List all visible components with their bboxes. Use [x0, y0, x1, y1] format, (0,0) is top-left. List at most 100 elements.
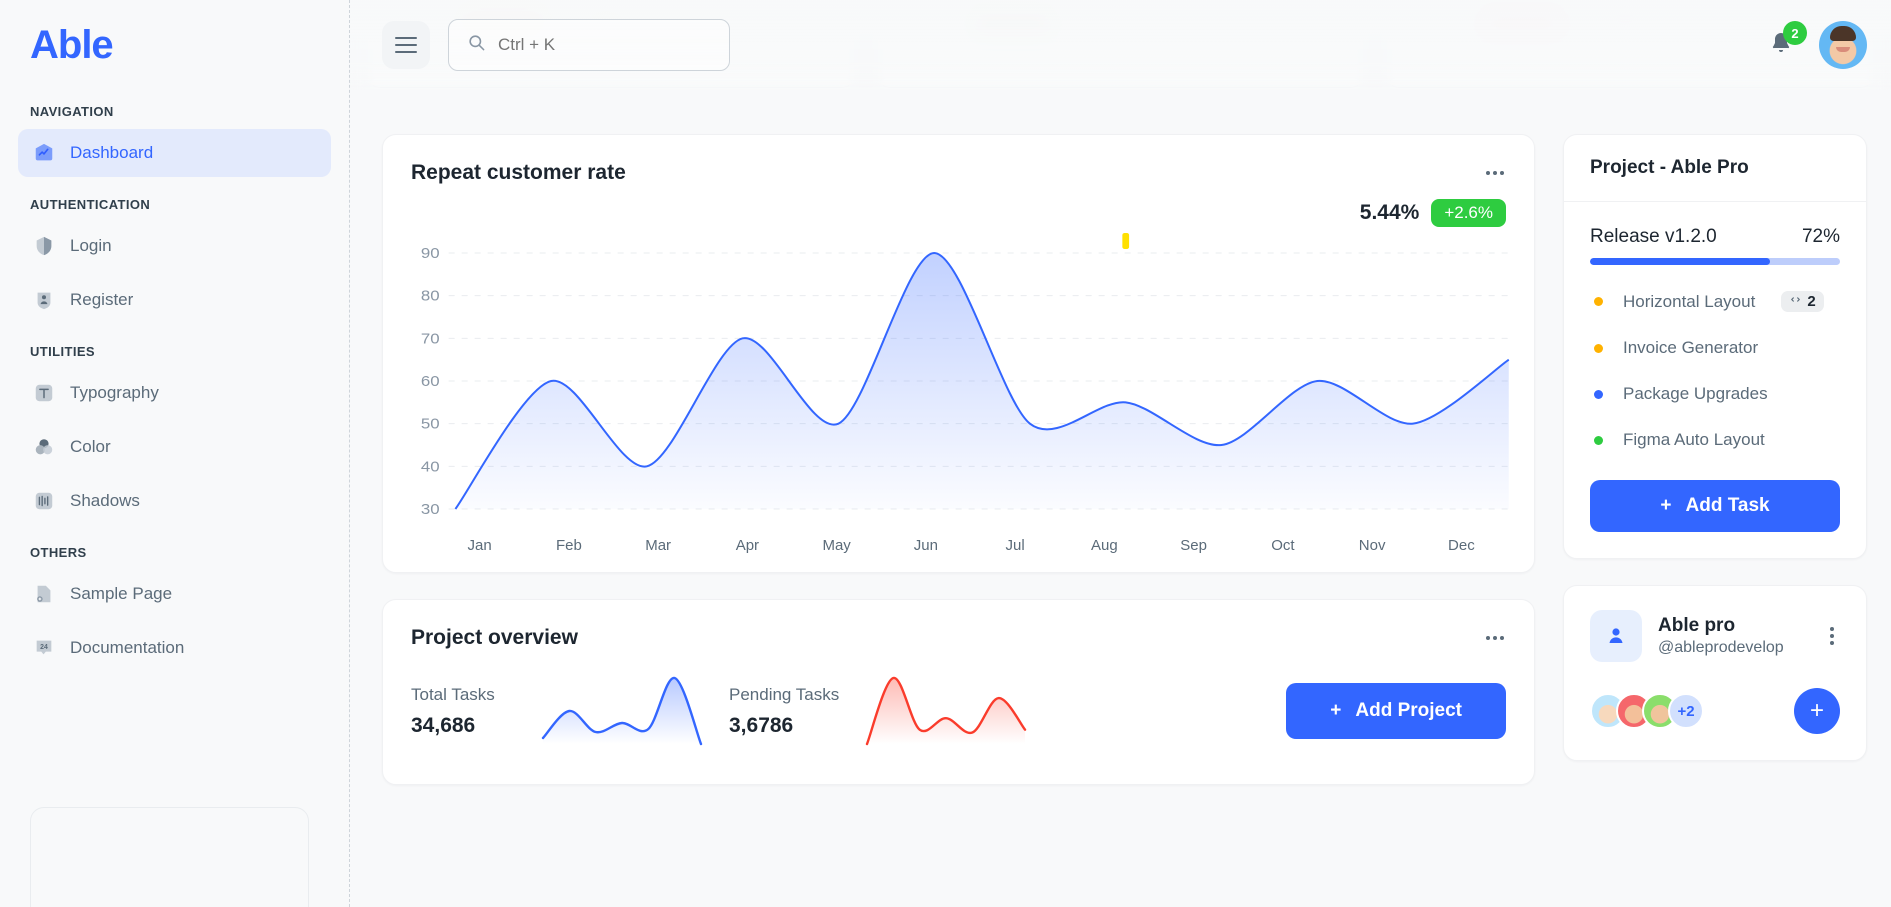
sidebar-item-register[interactable]: Register [18, 276, 331, 324]
sidebar-item-label: Sample Page [70, 584, 173, 603]
status-dot [1594, 435, 1603, 445]
more-vertical-icon[interactable] [1824, 621, 1840, 651]
project-panel-title: Project - Able Pro [1590, 157, 1749, 178]
avatar[interactable] [1819, 21, 1867, 69]
user-card-body: Able pro @ableprodevelop +2 + [1564, 586, 1866, 760]
brand-name: Able [30, 23, 114, 67]
release-percent: 72% [1801, 226, 1840, 247]
sidebar-item-shadows[interactable]: Shadows [18, 477, 331, 525]
sidebar-item-login[interactable]: Login [18, 222, 331, 270]
typography-icon [32, 381, 56, 405]
task-label: Invoice Generator [1623, 338, 1759, 357]
list-item[interactable]: Package Upgrades [1590, 384, 1840, 404]
x-tick-label: Feb [555, 537, 582, 554]
chart-annotation-marker [1122, 233, 1130, 249]
task-label: Package Upgrades [1623, 384, 1768, 403]
page-icon [32, 582, 56, 606]
sidebar-item-label: Color [70, 437, 111, 456]
y-tick-label: 50 [421, 416, 440, 432]
sidebar-item-label: Typography [70, 383, 159, 402]
project-panel-header: Project - Able Pro [1564, 135, 1866, 202]
release-row: Release v1.2.0 72% [1590, 226, 1840, 248]
chart-summary: 5.44% +2.6% [383, 191, 1534, 227]
user-name: Able pro [1658, 615, 1736, 636]
x-tick-label: Apr [735, 537, 760, 554]
left-column: Repeat customer rate 5.44% +2.6% 30 40 50 6… [382, 90, 1535, 907]
repeat-customer-rate-card: Repeat customer rate 5.44% +2.6% 30 40 50 6… [382, 134, 1535, 573]
search-icon [467, 33, 486, 57]
sidebar-item-documentation[interactable]: 24 Documentation [18, 624, 331, 672]
pending-tasks-sparkline [861, 672, 1031, 750]
user-card-footer: +2 + [1590, 688, 1840, 734]
list-item[interactable]: Horizontal Layout 2 [1590, 291, 1840, 312]
x-tick-label: Mar [645, 537, 672, 554]
sidebar-item-color[interactable]: Color [18, 423, 331, 471]
user-handle: @ableprodevelop [1658, 639, 1784, 656]
card-header: Repeat customer rate [383, 135, 1534, 191]
sidebar-item-label: Documentation [70, 638, 185, 657]
task-badge: 2 [1781, 291, 1824, 312]
add-task-label: Add Task [1685, 495, 1770, 516]
brand-logo[interactable]: Able [18, 0, 331, 90]
nav-caption-utilities: UTILITIES [30, 344, 95, 359]
search-box[interactable] [448, 19, 730, 71]
app-root: Able NAVIGATION Dashboard AUTHENTICATION… [0, 0, 1891, 907]
add-project-label: Add Project [1355, 700, 1462, 721]
x-tick-label: Jan [467, 537, 492, 554]
user-icon [1590, 610, 1642, 662]
more-horizontal-icon[interactable] [1484, 165, 1506, 181]
notification-badge: 2 [1783, 21, 1807, 45]
nav-section-others: OTHERS Sample Page 24 Documentation [18, 531, 331, 672]
add-task-button[interactable]: + Add Task [1590, 480, 1840, 532]
add-project-button[interactable]: + Add Project [1286, 683, 1506, 739]
release-progress-bar [1590, 258, 1840, 265]
release-name: Release v1.2.0 [1590, 226, 1717, 247]
sidebar-item-sample-page[interactable]: Sample Page [18, 570, 331, 618]
extra-members-count[interactable]: +2 [1668, 693, 1704, 729]
sidebar-item-label: Register [70, 290, 134, 309]
notifications-button[interactable]: 2 [1761, 21, 1807, 65]
metric-value: 34,686 [411, 713, 476, 737]
page-title: Repeat customer rate [411, 161, 626, 184]
status-badge: +2.6% [1431, 199, 1506, 227]
more-horizontal-icon[interactable] [1484, 630, 1506, 646]
sidebar-item-label: Shadows [70, 491, 140, 510]
list-item[interactable]: Invoice Generator [1590, 338, 1840, 358]
metric-label: Total Tasks [411, 684, 495, 704]
x-tick-label: Jul [1005, 537, 1025, 554]
shadows-icon [32, 489, 56, 513]
task-badge-count: 2 [1807, 293, 1816, 310]
doc-24-icon: 24 [32, 636, 56, 660]
sidebar: Able NAVIGATION Dashboard AUTHENTICATION… [0, 0, 350, 907]
list-item[interactable]: Figma Auto Layout [1590, 430, 1840, 450]
hamburger-icon[interactable] [382, 21, 430, 69]
y-tick-label: 80 [421, 288, 440, 304]
card-header: Project overview [383, 600, 1534, 656]
release-progress-fill [1590, 258, 1770, 265]
color-circles-icon [32, 435, 56, 459]
dashboard-icon [32, 141, 56, 165]
metric-label: Pending Tasks [729, 684, 840, 704]
x-tick-label: Dec [1448, 537, 1475, 554]
sidebar-item-dashboard[interactable]: Dashboard [18, 129, 331, 177]
code-icon [1789, 293, 1802, 310]
plus-icon: + [1660, 495, 1672, 516]
shield-icon [32, 234, 56, 258]
sidebar-item-typography[interactable]: Typography [18, 369, 331, 417]
sparkline-fill [867, 677, 1026, 744]
status-dot [1594, 343, 1603, 353]
y-tick-label: 90 [421, 246, 440, 262]
nav-caption-navigation: NAVIGATION [30, 104, 114, 119]
user-identity: Able pro @ableprodevelop [1658, 615, 1784, 657]
project-panel-card: Project - Able Pro Release v1.2.0 72% Ho… [1563, 134, 1867, 559]
nav-section-authentication: AUTHENTICATION Login Register [18, 183, 331, 324]
add-member-button[interactable]: + [1794, 688, 1840, 734]
nav-caption-others: OTHERS [30, 545, 87, 560]
y-tick-label: 30 [421, 502, 440, 518]
search-input[interactable] [498, 35, 711, 55]
sidebar-promo-card[interactable] [30, 807, 309, 907]
nav-section-utilities: UTILITIES Typography Color Shadows [18, 330, 331, 525]
sidebar-item-label: Dashboard [70, 143, 154, 162]
x-tick-label: Jun [913, 537, 938, 554]
dashboard-content: Repeat customer rate 5.44% +2.6% 30 40 50 6… [350, 90, 1891, 907]
